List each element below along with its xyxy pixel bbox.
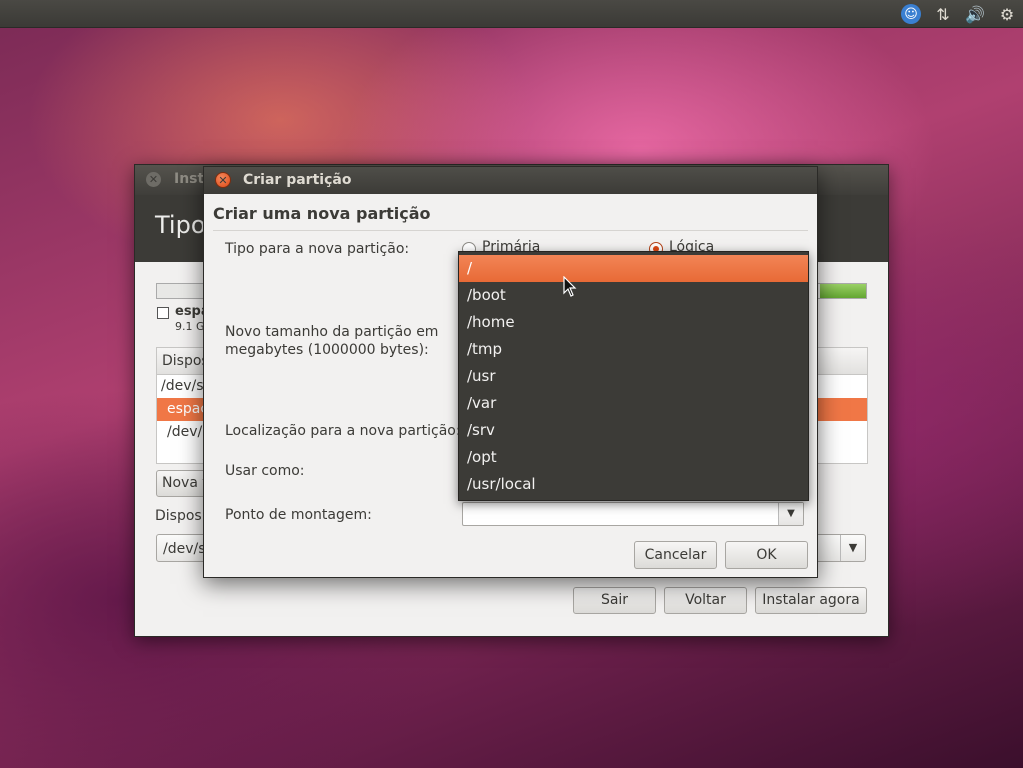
dropdown-option[interactable]: /boot [459, 282, 808, 309]
top-panel: ☺ ⇅ 🔊 ⚙ [0, 0, 1023, 28]
install-now-button[interactable]: Instalar agora [755, 587, 867, 614]
boot-device-value: /dev/s [163, 541, 206, 557]
partition-size-label: Novo tamanho da partição em megabytes (1… [225, 324, 439, 358]
volume-icon[interactable]: 🔊 [963, 3, 987, 25]
use-as-label: Usar como: [225, 463, 305, 479]
dropdown-option[interactable]: /usr/local [459, 471, 808, 498]
dropdown-option[interactable]: /opt [459, 444, 808, 471]
close-icon[interactable]: ✕ [146, 172, 161, 187]
close-icon[interactable]: ✕ [215, 172, 231, 188]
back-button[interactable]: Voltar [664, 587, 747, 614]
mount-point-combobox[interactable]: ▼ [462, 502, 804, 526]
dialog-title: Criar partição [243, 172, 352, 188]
system-tray: ☺ ⇅ 🔊 ⚙ [899, 2, 1019, 26]
dialog-heading: Criar uma nova partição [213, 204, 431, 223]
installer-title: Inst [174, 171, 205, 187]
power-icon[interactable]: ⚙ [995, 3, 1019, 25]
legend-size: 9.1 G [175, 320, 205, 333]
new-partition-table-button[interactable]: Nova t [156, 470, 209, 497]
dropdown-option[interactable]: /srv [459, 417, 808, 444]
cancel-button[interactable]: Cancelar [634, 541, 717, 569]
dropdown-option[interactable]: /home [459, 309, 808, 336]
dropdown-option[interactable]: /var [459, 390, 808, 417]
mount-point-dropdown[interactable]: / /boot /home /tmp /usr /var /srv /opt /… [458, 251, 809, 501]
dropdown-option[interactable]: /tmp [459, 336, 808, 363]
dialog-titlebar: ✕ Criar partição [204, 167, 817, 194]
mount-point-label: Ponto de montagem: [225, 507, 372, 523]
partition-bar-segment [820, 284, 866, 298]
divider [213, 230, 808, 231]
partition-type-label: Tipo para a nova partição: [225, 241, 410, 257]
dropdown-option[interactable]: / [459, 255, 808, 282]
boot-device-label: Disposi [155, 508, 206, 524]
chevron-down-icon: ▼ [840, 535, 865, 561]
dropdown-option[interactable]: /usr [459, 363, 808, 390]
network-icon[interactable]: ⇅ [931, 3, 955, 25]
ok-button[interactable]: OK [725, 541, 808, 569]
quit-button[interactable]: Sair [573, 587, 656, 614]
partition-location-label: Localização para a nova partição: [225, 423, 461, 439]
chevron-down-icon[interactable]: ▼ [778, 503, 803, 525]
page-title: Tipo [155, 211, 206, 239]
accessibility-icon[interactable]: ☺ [899, 3, 923, 25]
legend-checkbox [157, 307, 169, 319]
